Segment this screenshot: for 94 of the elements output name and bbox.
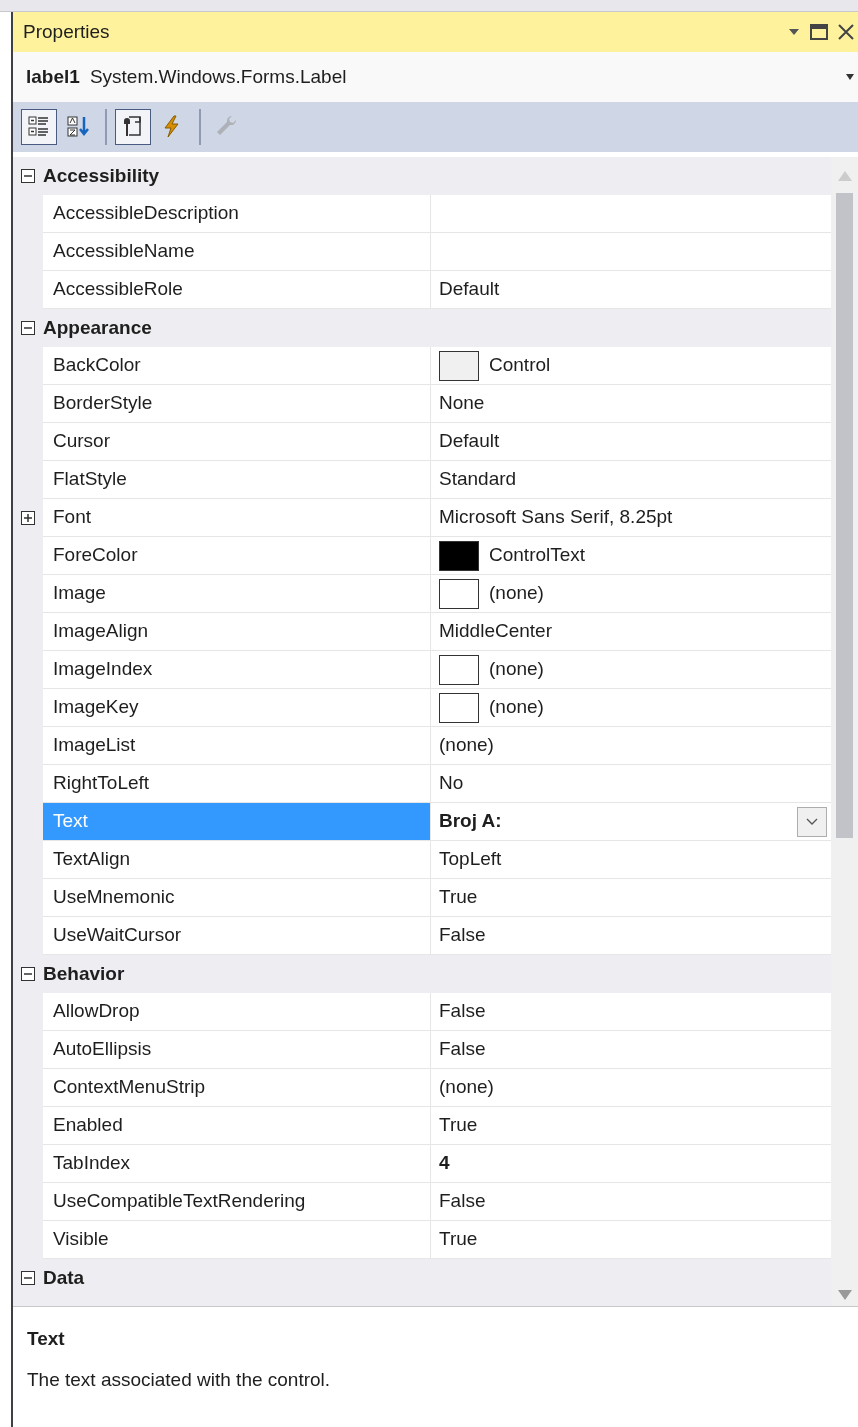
property-value[interactable]: True [439,1111,827,1140]
property-value[interactable]: ControlText [489,541,827,570]
value-cell[interactable]: No [431,765,831,803]
property-value[interactable]: No [439,769,827,798]
property-name[interactable]: AccessibleDescription [43,195,431,233]
sort-alphabetical-icon [66,114,92,140]
description-title: Text [27,1327,66,1351]
property-value[interactable]: True [439,883,827,912]
collapse-icon[interactable] [21,169,35,183]
value-cell[interactable]: False [431,993,831,1031]
property-name[interactable]: AccessibleRole [43,271,431,309]
property-name[interactable]: ContextMenuStrip [43,1069,431,1107]
property-value[interactable]: Broj A: [439,807,787,836]
property-value[interactable]: MiddleCenter [439,617,827,646]
property-name[interactable]: UseWaitCursor [43,917,431,955]
value-cell[interactable]: Standard [431,461,831,499]
property-value[interactable]: Control [489,351,827,380]
property-name[interactable]: Enabled [43,1107,431,1145]
value-cell[interactable] [431,195,831,233]
panel-title: Properties [23,19,111,44]
value-cell[interactable]: (none) [431,575,831,613]
value-cell[interactable]: True [431,1221,831,1259]
value-cell[interactable]: (none) [431,1069,831,1107]
property-name[interactable]: BorderStyle [43,385,431,423]
property-name[interactable]: ForeColor [43,537,431,575]
value-cell[interactable]: True [431,879,831,917]
property-name[interactable]: TextAlign [43,841,431,879]
value-cell[interactable]: Broj A: [431,803,831,841]
property-name[interactable]: TabIndex [43,1145,431,1183]
property-name[interactable]: AutoEllipsis [43,1031,431,1069]
dropdown-caret-icon[interactable] [788,28,800,36]
property-name[interactable]: ImageIndex [43,651,431,689]
expand-icon[interactable] [21,511,35,525]
value-cell[interactable]: (none) [431,727,831,765]
value-cell[interactable] [431,233,831,271]
property-value[interactable]: None [439,389,827,418]
property-value[interactable]: TopLeft [439,845,827,874]
property-value[interactable]: (none) [489,693,827,722]
property-value[interactable]: False [439,997,827,1026]
property-name[interactable]: ImageList [43,727,431,765]
chevron-down-icon [806,817,818,826]
property-value[interactable]: True [439,1225,827,1254]
maximize-icon[interactable] [810,24,828,40]
value-cell[interactable]: Default [431,271,831,309]
value-cell[interactable]: TopLeft [431,841,831,879]
property-name[interactable]: ImageAlign [43,613,431,651]
value-cell[interactable]: False [431,917,831,955]
property-value[interactable]: (none) [489,579,827,608]
property-name[interactable]: Font [43,499,431,537]
description-text: The text associated with the control. [27,1367,332,1392]
property-value[interactable]: False [439,1187,827,1216]
property-value[interactable]: False [439,1035,827,1064]
value-cell[interactable]: False [431,1183,831,1221]
value-cell[interactable]: 4 [431,1145,831,1183]
property-value[interactable]: Default [439,427,827,456]
value-cell[interactable]: Microsoft Sans Serif, 8.25pt [431,499,831,537]
object-selector[interactable]: label1 System.Windows.Forms.Label [13,52,858,102]
property-value[interactable]: Default [439,275,827,304]
property-name[interactable]: FlatStyle [43,461,431,499]
property-name[interactable]: AllowDrop [43,993,431,1031]
collapse-icon[interactable] [21,1271,35,1285]
scrollbar[interactable] [831,157,858,1306]
property-value[interactable]: 4 [439,1149,827,1178]
collapse-icon[interactable] [21,967,35,981]
value-cell[interactable]: (none) [431,651,831,689]
close-icon[interactable] [838,24,854,40]
value-cell[interactable]: ControlText [431,537,831,575]
property-name[interactable]: UseCompatibleTextRendering [43,1183,431,1221]
scrollbar-thumb[interactable] [836,193,853,838]
value-cell[interactable]: (none) [431,689,831,727]
value-cell[interactable]: MiddleCenter [431,613,831,651]
property-value[interactable]: (none) [439,1073,827,1102]
property-value[interactable]: Standard [439,465,827,494]
property-sheet-button[interactable] [115,109,151,145]
categorized-list-button[interactable] [21,109,57,145]
value-cell[interactable]: Control [431,347,831,385]
property-name[interactable]: AccessibleName [43,233,431,271]
property-value[interactable]: (none) [489,655,827,684]
property-value[interactable]: (none) [439,731,827,760]
property-name[interactable]: Cursor [43,423,431,461]
property-name[interactable]: ImageKey [43,689,431,727]
property-value[interactable]: False [439,921,827,950]
property-name[interactable]: UseMnemonic [43,879,431,917]
property-value[interactable]: Microsoft Sans Serif, 8.25pt [439,503,827,532]
value-cell[interactable]: Default [431,423,831,461]
collapse-icon[interactable] [21,321,35,335]
property-name[interactable]: Visible [43,1221,431,1259]
value-cell[interactable]: False [431,1031,831,1069]
property-name[interactable]: Image [43,575,431,613]
value-cell[interactable]: None [431,385,831,423]
property-name[interactable]: RightToLeft [43,765,431,803]
dropdown-caret-icon[interactable] [846,74,854,80]
property-name[interactable]: BackColor [43,347,431,385]
value-cell[interactable]: True [431,1107,831,1145]
